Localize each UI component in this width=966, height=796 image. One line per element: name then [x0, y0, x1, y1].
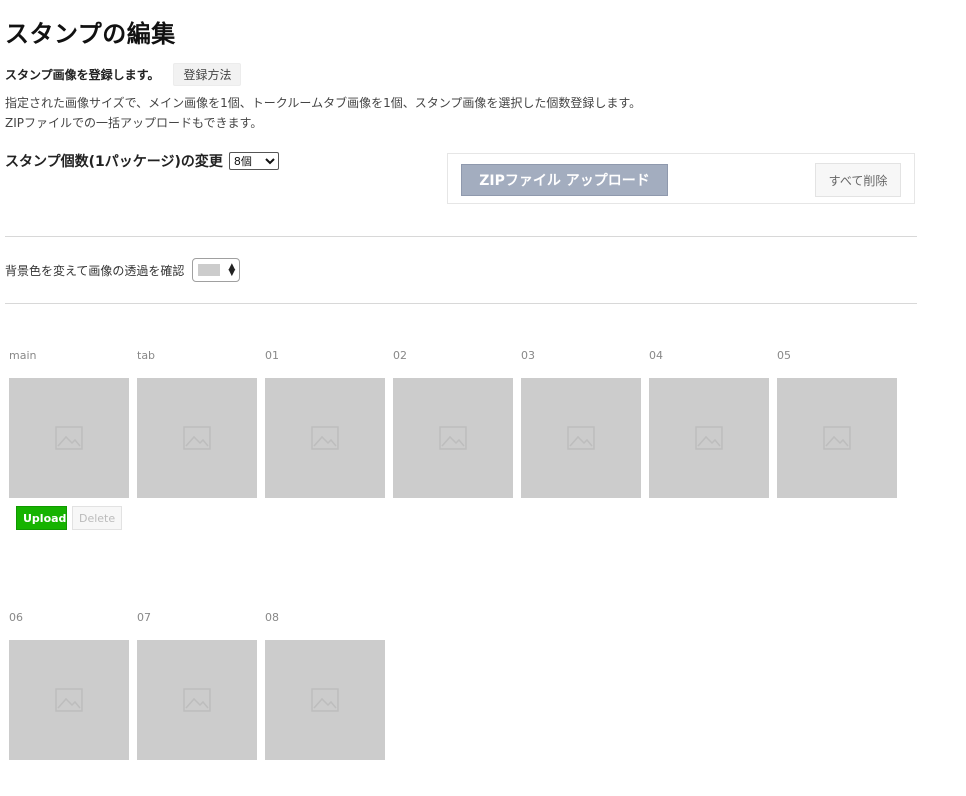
- stamp-slot-label: 06: [9, 611, 23, 624]
- stamp-slot-label: main: [9, 349, 37, 362]
- image-placeholder-icon: [695, 426, 723, 450]
- stamp-slot: 07: [137, 611, 257, 760]
- image-placeholder-icon: [311, 688, 339, 712]
- image-placeholder-icon: [823, 426, 851, 450]
- stamp-slot-label: 02: [393, 349, 407, 362]
- description-line-2: ZIPファイルでの一括アップロードもできます。: [5, 116, 263, 130]
- stamp-thumbnail[interactable]: [137, 378, 257, 498]
- stamp-count-select[interactable]: 8個: [228, 152, 279, 170]
- image-placeholder-icon: [55, 688, 83, 712]
- stamp-count-label: スタンプ個数(1パッケージ)の変更: [5, 154, 223, 170]
- intro-row: スタンプ画像を登録します。 登録方法: [5, 62, 242, 86]
- background-color-select[interactable]: ▲ ▼: [192, 258, 241, 282]
- stamp-slot-label: 08: [265, 611, 279, 624]
- stamp-slot: 05: [777, 349, 897, 498]
- stamp-thumbnail[interactable]: [9, 640, 129, 760]
- stamp-thumbnail[interactable]: [137, 640, 257, 760]
- page-title: スタンプの編集: [5, 20, 176, 48]
- stamp-slot-label: 05: [777, 349, 791, 362]
- upload-button[interactable]: Upload: [16, 506, 67, 530]
- stamp-slot: 02: [393, 349, 513, 498]
- stamp-slot: 01: [265, 349, 385, 498]
- zip-upload-button[interactable]: ZIPファイル アップロード: [461, 164, 668, 196]
- background-label: 背景色を変えて画像の透過を確認: [5, 263, 185, 278]
- intro-text: スタンプ画像を登録します。: [5, 67, 160, 82]
- stamp-grid-row-1: main tab 01 02 03 04 05: [9, 349, 909, 499]
- upload-panel: ZIPファイル アップロード すべて削除: [447, 153, 915, 204]
- stamp-count-row: スタンプ個数(1パッケージ)の変更 8個: [5, 151, 279, 171]
- howto-button[interactable]: 登録方法: [173, 62, 242, 86]
- delete-button[interactable]: Delete: [72, 506, 122, 530]
- stamp-slot-label: 04: [649, 349, 663, 362]
- stamp-thumbnail[interactable]: [393, 378, 513, 498]
- image-placeholder-icon: [439, 426, 467, 450]
- stamp-slot-label: 07: [137, 611, 151, 624]
- stamp-slot: 08: [265, 611, 385, 760]
- image-placeholder-icon: [183, 426, 211, 450]
- stamp-thumbnail[interactable]: [265, 640, 385, 760]
- stamp-grid-row-2: 06 07 08: [9, 611, 909, 761]
- stamp-slot-label: 03: [521, 349, 535, 362]
- stamp-slot: tab: [137, 349, 257, 498]
- stamp-thumbnail[interactable]: [777, 378, 897, 498]
- image-placeholder-icon: [567, 426, 595, 450]
- background-row: 背景色を変えて画像の透過を確認 ▲ ▼: [5, 257, 241, 283]
- stamp-slot-label: tab: [137, 349, 156, 362]
- image-placeholder-icon: [55, 426, 83, 450]
- stamp-slot: main: [9, 349, 129, 498]
- stamp-thumbnail[interactable]: [265, 378, 385, 498]
- stamp-slot: 06: [9, 611, 129, 760]
- delete-all-button[interactable]: すべて削除: [815, 163, 901, 197]
- image-placeholder-icon: [311, 426, 339, 450]
- main-actions: Upload Delete: [16, 506, 122, 530]
- divider-top: [5, 236, 917, 237]
- stamp-thumbnail[interactable]: [521, 378, 641, 498]
- select-arrows-icon: ▲ ▼: [228, 262, 236, 278]
- description: 指定された画像サイズで、メイン画像を1個、トークルームタブ画像を1個、スタンプ画…: [5, 93, 641, 133]
- divider-bottom: [5, 303, 917, 304]
- stamp-slot: 03: [521, 349, 641, 498]
- stamp-thumbnail[interactable]: [9, 378, 129, 498]
- stamp-slot-label: 01: [265, 349, 279, 362]
- stamp-thumbnail[interactable]: [649, 378, 769, 498]
- image-placeholder-icon: [183, 688, 211, 712]
- background-swatch: [198, 264, 221, 276]
- stamp-slot: 04: [649, 349, 769, 498]
- description-line-1: 指定された画像サイズで、メイン画像を1個、トークルームタブ画像を1個、スタンプ画…: [5, 96, 642, 110]
